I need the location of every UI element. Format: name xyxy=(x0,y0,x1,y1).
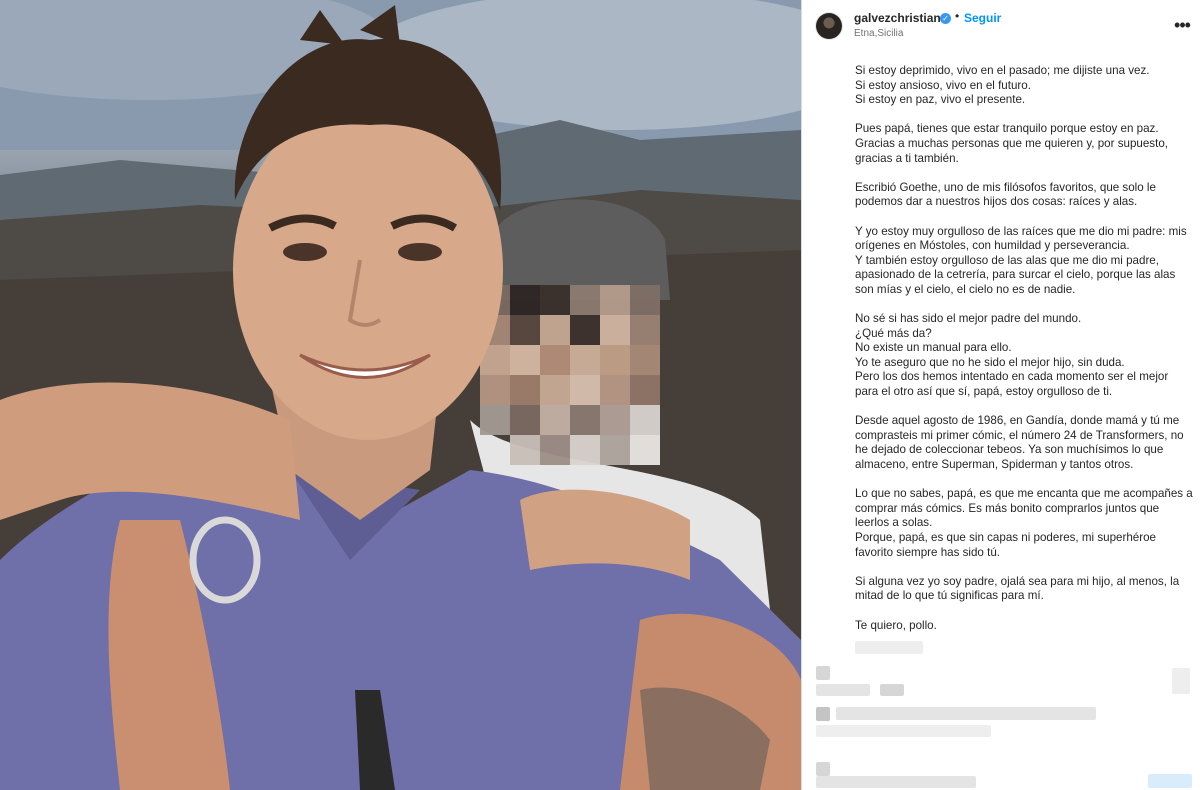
redacted-comment-text xyxy=(880,684,904,696)
location-link[interactable]: Etna,Sicilia xyxy=(854,28,903,39)
redacted-comment-text xyxy=(816,725,991,737)
caption-paragraph: Escribió Goethe, uno de mis filósofos fa… xyxy=(855,180,1156,209)
caption-paragraph: Lo que no sabes, papá, es que me encanta… xyxy=(855,487,1193,559)
caption-paragraph: Te quiero, pollo. xyxy=(855,618,937,632)
caption-paragraph: Y yo estoy muy orgulloso de las raíces q… xyxy=(855,224,1187,296)
caption-paragraph: Desde aquel agosto de 1986, en Gandía, d… xyxy=(855,414,1184,472)
redacted-comment-text xyxy=(816,776,976,788)
more-options-icon[interactable]: ••• xyxy=(1172,13,1192,37)
selfie-illustration xyxy=(0,0,801,790)
redacted-comment-avatar xyxy=(816,666,830,680)
caption-paragraph: Si estoy deprimido, vivo en el pasado; m… xyxy=(855,64,1150,107)
redacted-comment-text xyxy=(836,707,1096,720)
redacted-timestamp xyxy=(855,641,923,654)
post-caption: Si estoy deprimido, vivo en el pasado; m… xyxy=(855,64,1197,648)
caption-paragraph: Pues papá, tienes que estar tranquilo po… xyxy=(855,122,1168,165)
redacted-post-button xyxy=(1148,774,1192,788)
caption-paragraph: No sé si has sido el mejor padre del mun… xyxy=(855,312,1169,399)
username-link[interactable]: galvezchristian xyxy=(854,11,941,25)
redacted-comment-avatar xyxy=(816,762,830,776)
verified-badge-icon: ✓ xyxy=(940,13,951,24)
avatar[interactable] xyxy=(816,13,842,39)
post-side-panel: galvezchristian ✓ • Seguir Etna,Sicilia … xyxy=(802,0,1200,790)
caption-paragraph: Si alguna vez yo soy padre, ojalá sea pa… xyxy=(855,574,1180,603)
redacted-like-icon xyxy=(1172,668,1190,694)
redacted-comment-text xyxy=(816,684,870,696)
post-header: galvezchristian ✓ • Seguir Etna,Sicilia … xyxy=(802,0,1200,52)
follow-button[interactable]: Seguir xyxy=(964,11,1001,25)
header-separator: • xyxy=(955,9,960,23)
redacted-comment-avatar xyxy=(816,707,830,721)
post-photo[interactable] xyxy=(0,0,801,790)
